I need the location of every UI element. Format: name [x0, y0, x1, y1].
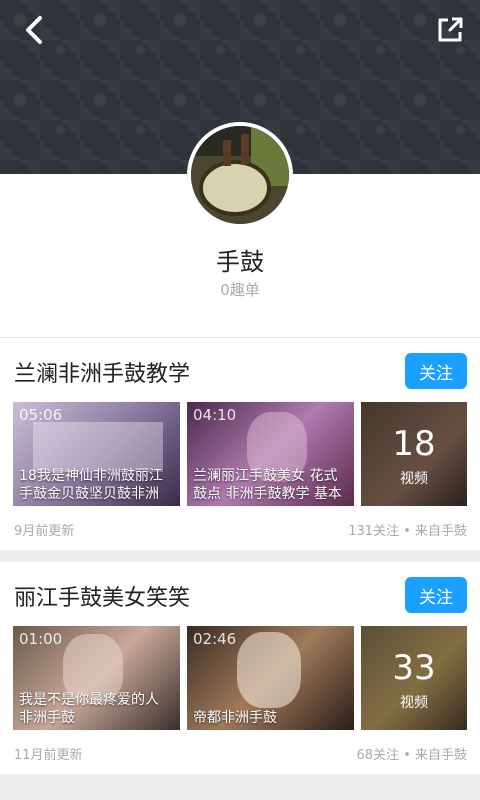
drum-avatar-image	[191, 126, 289, 224]
updated-time: 9月前更新	[14, 524, 75, 539]
video-count-label: 视频	[400, 471, 428, 487]
video-duration: 02:46	[193, 630, 237, 648]
share-external-icon	[438, 17, 463, 42]
video-thumbnail[interactable]: 02:46 帝都非洲手鼓	[187, 626, 354, 730]
video-count-tile[interactable]: 18 视频	[361, 402, 467, 506]
back-button[interactable]	[14, 10, 54, 50]
section-gap	[0, 774, 480, 800]
avatar	[187, 122, 293, 228]
share-button[interactable]	[432, 12, 468, 48]
video-count: 18	[392, 424, 436, 464]
card-title: 丽江手鼓美女笑笑	[14, 586, 191, 611]
video-count: 33	[392, 648, 436, 688]
video-count-tile[interactable]: 33 视频	[361, 626, 467, 730]
video-duration: 01:00	[19, 630, 63, 648]
page-title: 手鼓	[216, 248, 264, 276]
video-caption: 帝都非洲手鼓	[193, 710, 277, 726]
thumbnail-image	[237, 632, 301, 708]
video-thumbnail[interactable]: 04:10 兰澜丽江手鼓美女 花式鼓点 非洲手鼓教学 基本	[187, 402, 354, 506]
video-thumbnail[interactable]: 01:00 我是不是你最疼爱的人 非洲手鼓	[13, 626, 180, 730]
video-count-label: 视频	[400, 695, 428, 711]
card-meta: 131关注 • 来自手鼓	[348, 524, 467, 539]
chevron-left-icon	[26, 16, 42, 44]
page-subtitle: 0趣单	[220, 281, 260, 299]
video-thumbnail[interactable]: 05:06 18我是神仙非洲鼓丽江手鼓金贝鼓坚贝鼓非洲	[13, 402, 180, 506]
video-duration: 05:06	[19, 406, 63, 424]
video-caption: 我是不是你最疼爱的人 非洲手鼓	[19, 692, 159, 726]
follow-button[interactable]: 关注	[405, 577, 467, 613]
playlist-card: 丽江手鼓美女笑笑 关注 01:00 我是不是你最疼爱的人 非洲手鼓 02:46 …	[0, 562, 480, 774]
card-meta: 68关注 • 来自手鼓	[356, 748, 467, 763]
video-duration: 04:10	[193, 406, 237, 424]
follow-button[interactable]: 关注	[405, 353, 467, 389]
video-caption: 18我是神仙非洲鼓丽江手鼓金贝鼓坚贝鼓非洲	[19, 468, 163, 502]
playlist-card: 兰澜非洲手鼓教学 关注 05:06 18我是神仙非洲鼓丽江手鼓金贝鼓坚贝鼓非洲 …	[0, 338, 480, 550]
section-gap	[0, 550, 480, 562]
video-caption: 兰澜丽江手鼓美女 花式鼓点 非洲手鼓教学 基本	[193, 468, 342, 502]
thumbnail-image	[33, 422, 163, 472]
card-title: 兰澜非洲手鼓教学	[14, 362, 191, 387]
updated-time: 11月前更新	[14, 748, 83, 763]
